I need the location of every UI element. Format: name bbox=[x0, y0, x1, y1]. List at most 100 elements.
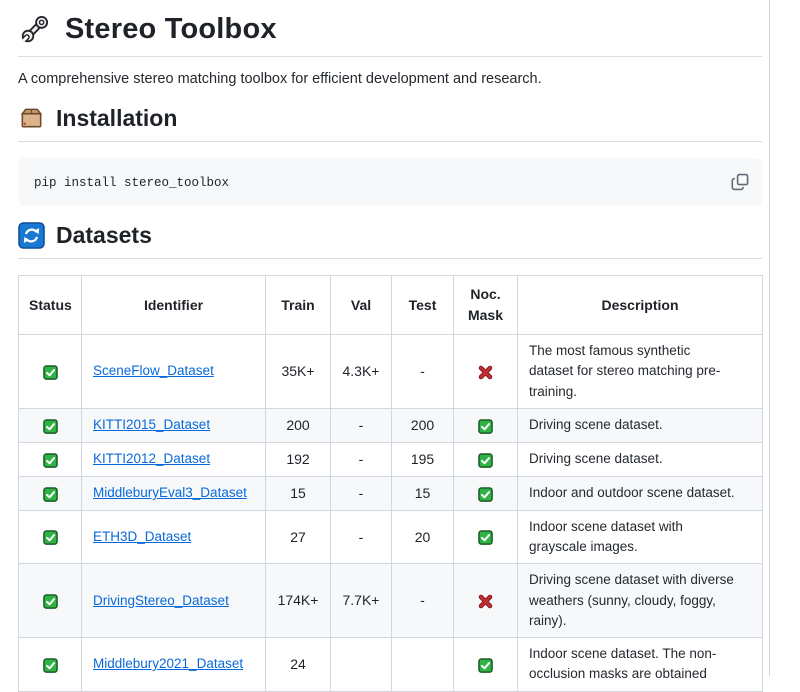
table-row: DrivingStereo_Dataset174K+7.7K+-Driving … bbox=[19, 564, 763, 638]
package-icon bbox=[18, 105, 45, 132]
noc-mask-cell bbox=[454, 510, 518, 564]
check-icon bbox=[478, 453, 493, 468]
test-cell: 195 bbox=[392, 442, 454, 476]
dataset-link[interactable]: ETH3D_Dataset bbox=[93, 529, 191, 544]
datasets-table: StatusIdentifierTrainValTestNoc. MaskDes… bbox=[18, 275, 763, 692]
train-cell: 200 bbox=[266, 408, 331, 442]
test-cell bbox=[392, 638, 454, 692]
noc-mask-cell bbox=[454, 442, 518, 476]
refresh-icon bbox=[18, 222, 45, 249]
install-code-block: pip install stereo_toolbox bbox=[18, 158, 762, 206]
check-icon bbox=[43, 594, 58, 609]
description-cell: Indoor and outdoor scene dataset. bbox=[518, 476, 763, 510]
column-header: Test bbox=[392, 276, 454, 335]
datasets-table-body: SceneFlow_Dataset35K+4.3K+-The most famo… bbox=[19, 335, 763, 692]
table-row: KITTI2012_Dataset 192-195 Driving scene da… bbox=[19, 442, 763, 476]
description-cell: Driving scene dataset with diverse weath… bbox=[518, 564, 763, 638]
status-cell bbox=[19, 408, 82, 442]
status-cell bbox=[19, 442, 82, 476]
train-cell: 15 bbox=[266, 476, 331, 510]
test-cell: - bbox=[392, 335, 454, 409]
table-row: SceneFlow_Dataset 35K+4.3K+-The most famo… bbox=[19, 335, 763, 409]
val-cell: 4.3K+ bbox=[331, 335, 392, 409]
check-icon bbox=[43, 658, 58, 673]
dataset-link[interactable]: KITTI2012_Dataset bbox=[93, 451, 210, 466]
check-icon bbox=[43, 530, 58, 545]
identifier-cell: ETH3D_Dataset bbox=[82, 510, 266, 564]
column-header: Description bbox=[518, 276, 763, 335]
column-header: Val bbox=[331, 276, 392, 335]
description-cell: Indoor scene dataset. The non- occlusion… bbox=[518, 638, 763, 692]
status-cell bbox=[19, 335, 82, 409]
val-cell: - bbox=[331, 442, 392, 476]
window-border bbox=[769, 0, 770, 676]
wrench-icon bbox=[18, 12, 52, 46]
column-header: Train bbox=[266, 276, 331, 335]
header-row: StatusIdentifierTrainValTestNoc. MaskDes… bbox=[19, 276, 763, 335]
page-subtitle: A comprehensive stereo matching toolbox … bbox=[18, 71, 762, 87]
identifier-cell: Middlebury2021_Dataset bbox=[82, 638, 266, 692]
train-cell: 192 bbox=[266, 442, 331, 476]
dataset-link[interactable]: SceneFlow_Dataset bbox=[93, 363, 214, 378]
cross-icon bbox=[478, 365, 493, 380]
check-icon bbox=[478, 530, 493, 545]
val-cell: - bbox=[331, 408, 392, 442]
val-cell: 7.7K+ bbox=[331, 564, 392, 638]
status-cell bbox=[19, 564, 82, 638]
cross-icon bbox=[478, 594, 493, 609]
table-row: KITTI2015_Dataset 200-200 Driving scene da… bbox=[19, 408, 763, 442]
noc-mask-cell bbox=[454, 408, 518, 442]
noc-mask-cell bbox=[454, 335, 518, 409]
train-cell: 35K+ bbox=[266, 335, 331, 409]
readme-content: Stereo Toolbox A comprehensive stereo ma… bbox=[18, 0, 762, 692]
description-cell: The most famous synthetic dataset for st… bbox=[518, 335, 763, 409]
install-command: pip install stereo_toolbox bbox=[34, 176, 229, 190]
table-row: Middlebury2021_Dataset 24 Indoor scene dat… bbox=[19, 638, 763, 692]
copy-button[interactable] bbox=[726, 168, 754, 196]
train-cell: 24 bbox=[266, 638, 331, 692]
status-cell bbox=[19, 510, 82, 564]
datasets-heading-label: Datasets bbox=[56, 222, 152, 249]
column-header: Noc. Mask bbox=[454, 276, 518, 335]
test-cell: 15 bbox=[392, 476, 454, 510]
identifier-cell: KITTI2015_Dataset bbox=[82, 408, 266, 442]
noc-mask-cell bbox=[454, 564, 518, 638]
val-cell: - bbox=[331, 476, 392, 510]
noc-mask-cell bbox=[454, 638, 518, 692]
copy-icon bbox=[730, 172, 750, 192]
check-icon bbox=[43, 419, 58, 434]
val-cell: - bbox=[331, 510, 392, 564]
installation-heading-label: Installation bbox=[56, 105, 177, 132]
check-icon bbox=[478, 419, 493, 434]
identifier-cell: KITTI2012_Dataset bbox=[82, 442, 266, 476]
test-cell: - bbox=[392, 564, 454, 638]
column-header: Status bbox=[19, 276, 82, 335]
page-title-heading: Stereo Toolbox bbox=[18, 6, 762, 57]
train-cell: 27 bbox=[266, 510, 331, 564]
datasets-table-header: StatusIdentifierTrainValTestNoc. MaskDes… bbox=[19, 276, 763, 335]
noc-mask-cell bbox=[454, 476, 518, 510]
description-cell: Driving scene dataset. bbox=[518, 442, 763, 476]
column-header: Identifier bbox=[82, 276, 266, 335]
test-cell: 200 bbox=[392, 408, 454, 442]
page-title: Stereo Toolbox bbox=[65, 13, 277, 46]
check-icon bbox=[478, 658, 493, 673]
dataset-link[interactable]: MiddleburyEval3_Dataset bbox=[93, 485, 247, 500]
dataset-link[interactable]: DrivingStereo_Dataset bbox=[93, 593, 229, 608]
description-cell: Driving scene dataset. bbox=[518, 408, 763, 442]
table-row: ETH3D_Dataset 27-20 Indoor scene dataset w… bbox=[19, 510, 763, 564]
dataset-link[interactable]: KITTI2015_Dataset bbox=[93, 417, 210, 432]
val-cell bbox=[331, 638, 392, 692]
test-cell: 20 bbox=[392, 510, 454, 564]
identifier-cell: MiddleburyEval3_Dataset bbox=[82, 476, 266, 510]
check-icon bbox=[43, 453, 58, 468]
status-cell bbox=[19, 638, 82, 692]
installation-heading: Installation bbox=[18, 105, 762, 142]
dataset-link[interactable]: Middlebury2021_Dataset bbox=[93, 656, 243, 671]
description-cell: Indoor scene dataset with grayscale imag… bbox=[518, 510, 763, 564]
check-icon bbox=[43, 487, 58, 502]
identifier-cell: SceneFlow_Dataset bbox=[82, 335, 266, 409]
check-icon bbox=[43, 365, 58, 380]
check-icon bbox=[478, 487, 493, 502]
status-cell bbox=[19, 476, 82, 510]
